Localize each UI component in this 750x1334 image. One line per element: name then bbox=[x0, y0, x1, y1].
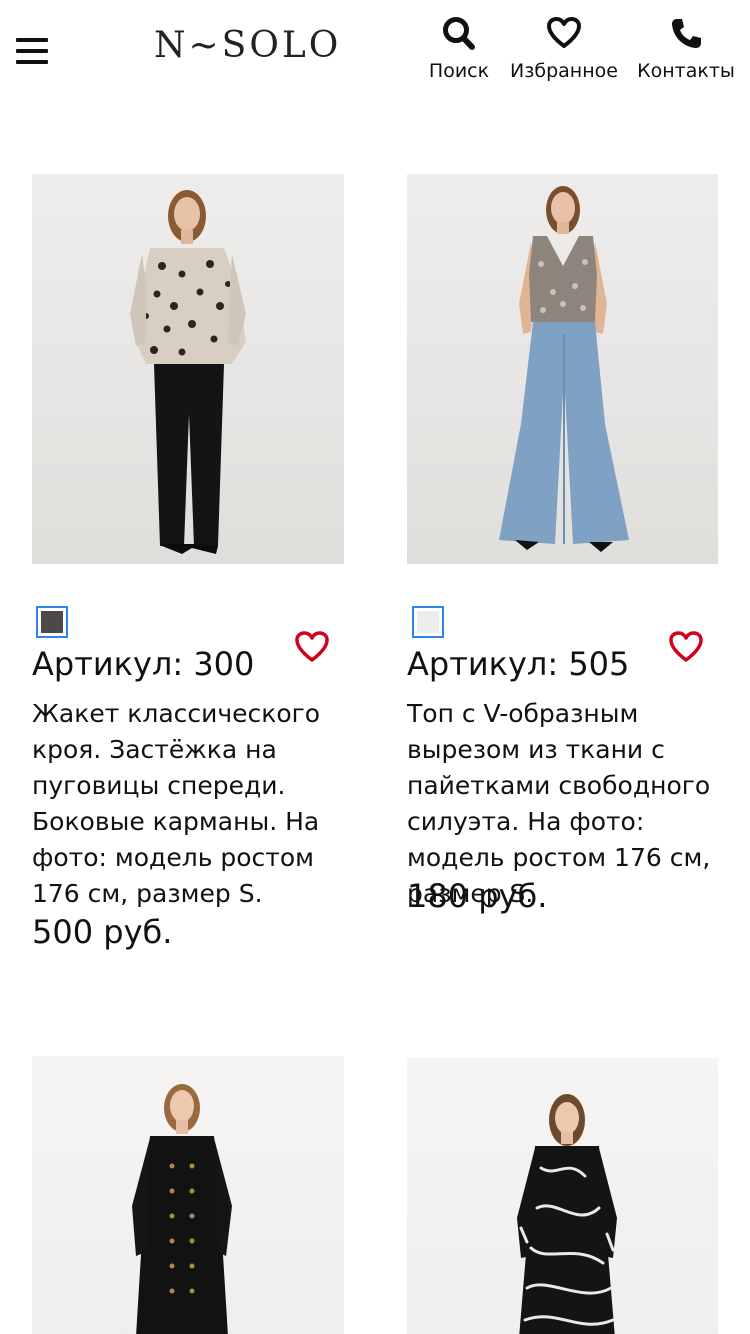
nav-search-label: Поиск bbox=[428, 60, 490, 82]
site-header: N~SOLO Поиск Избранное Контакты bbox=[0, 0, 750, 100]
swatch-color-light bbox=[417, 611, 439, 633]
product-description: Жакет классического кроя. Застёжка на пу… bbox=[32, 699, 321, 908]
hamburger-menu-icon[interactable] bbox=[16, 38, 48, 66]
favorite-heart-icon[interactable] bbox=[668, 630, 704, 664]
product-card[interactable]: Артикул: 300 Жакет классического кроя. З… bbox=[32, 174, 350, 951]
product-photo[interactable] bbox=[407, 1058, 718, 1334]
product-price: 500 руб. bbox=[32, 913, 173, 951]
product-sku: Артикул: 505 bbox=[407, 645, 630, 683]
nav-favorites-label: Избранное bbox=[510, 60, 618, 82]
color-swatch[interactable] bbox=[36, 606, 68, 638]
product-photo[interactable] bbox=[32, 1056, 344, 1334]
nav-search-button[interactable]: Поиск bbox=[424, 16, 494, 86]
search-icon bbox=[424, 16, 494, 56]
favorite-heart-icon[interactable] bbox=[294, 630, 330, 664]
nav-contacts-label: Контакты bbox=[637, 60, 735, 82]
product-card[interactable] bbox=[407, 1058, 725, 1334]
product-card[interactable]: Артикул: 505 Топ с V-образным вырезом из… bbox=[407, 174, 725, 915]
swatch-color-dark bbox=[41, 611, 63, 633]
nav-favorites-button[interactable]: Избранное bbox=[508, 16, 620, 86]
nav-contacts-button[interactable]: Контакты bbox=[636, 16, 736, 86]
phone-icon bbox=[636, 16, 736, 56]
product-photo[interactable] bbox=[32, 174, 344, 564]
color-swatch[interactable] bbox=[412, 606, 444, 638]
site-logo[interactable]: N~SOLO bbox=[154, 24, 338, 68]
product-sku: Артикул: 300 bbox=[32, 645, 255, 683]
heart-icon bbox=[508, 16, 620, 56]
product-card[interactable] bbox=[32, 1056, 350, 1334]
product-price: 180 руб. bbox=[407, 877, 548, 915]
product-photo[interactable] bbox=[407, 174, 718, 564]
